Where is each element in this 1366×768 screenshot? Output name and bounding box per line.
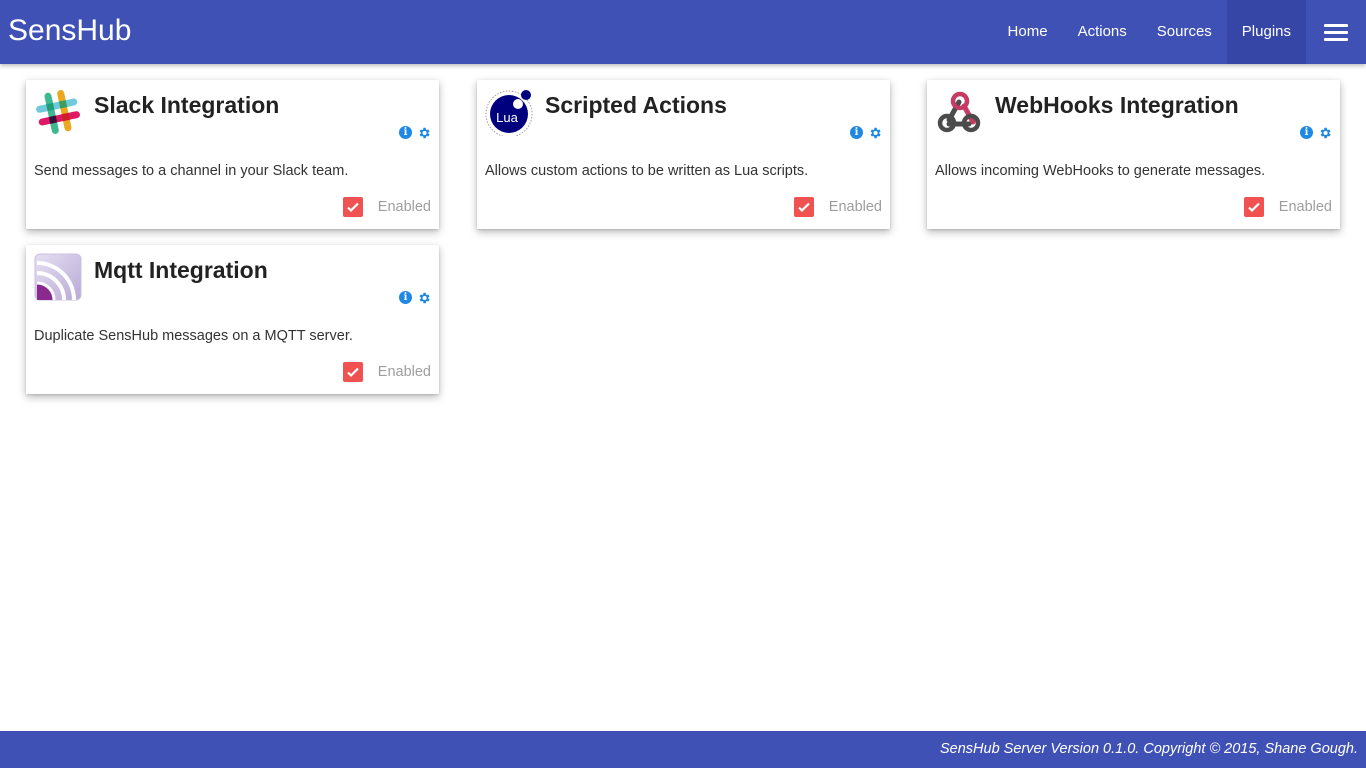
info-icon[interactable]: i bbox=[850, 126, 863, 139]
plugin-title: WebHooks Integration bbox=[995, 92, 1239, 118]
plugin-title: Slack Integration bbox=[94, 92, 280, 118]
nav-item-actions[interactable]: Actions bbox=[1063, 0, 1142, 64]
main-nav: Home Actions Sources Plugins bbox=[993, 0, 1306, 64]
gear-icon[interactable] bbox=[1318, 126, 1332, 140]
check-icon bbox=[347, 202, 359, 213]
check-icon bbox=[347, 367, 359, 378]
enabled-checkbox[interactable] bbox=[342, 362, 363, 382]
plugin-title: Mqtt Integration bbox=[94, 257, 268, 283]
enabled-checkbox[interactable] bbox=[793, 197, 814, 217]
plugin-card-slack: Slack Integration i Send messages to a c… bbox=[26, 80, 439, 229]
enabled-checkbox[interactable] bbox=[342, 197, 363, 217]
mqtt-icon bbox=[34, 253, 82, 301]
plugin-description: Allows custom actions to be written as L… bbox=[485, 163, 809, 179]
lua-logo-text: Lua bbox=[496, 110, 518, 125]
footer: SensHub Server Version 0.1.0. Copyright … bbox=[0, 731, 1366, 768]
hamburger-icon bbox=[1324, 23, 1348, 41]
gear-icon[interactable] bbox=[417, 126, 431, 140]
nav-item-sources[interactable]: Sources bbox=[1142, 0, 1227, 64]
check-icon bbox=[798, 202, 810, 213]
enabled-checkbox[interactable] bbox=[1243, 197, 1264, 217]
enabled-label: Enabled bbox=[377, 199, 431, 215]
gear-icon[interactable] bbox=[417, 291, 431, 305]
nav-item-home[interactable]: Home bbox=[993, 0, 1063, 64]
lua-icon: Lua bbox=[485, 90, 533, 136]
enabled-label: Enabled bbox=[377, 364, 431, 380]
info-icon[interactable]: i bbox=[399, 291, 412, 304]
info-icon[interactable]: i bbox=[399, 126, 412, 139]
plugin-description: Allows incoming WebHooks to generate mes… bbox=[935, 163, 1266, 179]
plugin-description: Send messages to a channel in your Slack… bbox=[34, 163, 349, 179]
brand-title[interactable]: SensHub bbox=[8, 14, 131, 48]
nav-item-plugins[interactable]: Plugins bbox=[1226, 0, 1306, 64]
top-navbar: SensHub Home Actions Sources Plugins bbox=[0, 0, 1366, 64]
plugin-card-scripted-actions: Lua Scripted Actions i Allows custom act… bbox=[477, 80, 890, 229]
slack-icon bbox=[36, 90, 80, 134]
plugin-card-mqtt: Mqtt Integration i Duplicate SensHub mes… bbox=[26, 245, 439, 394]
webhooks-icon bbox=[937, 91, 981, 133]
plugin-card-webhooks: WebHooks Integration i Allows incoming W… bbox=[927, 80, 1340, 229]
plugin-description: Duplicate SensHub messages on a MQTT ser… bbox=[34, 328, 353, 344]
gear-icon[interactable] bbox=[868, 126, 882, 140]
hamburger-menu-button[interactable] bbox=[1306, 0, 1366, 64]
enabled-label: Enabled bbox=[1278, 199, 1332, 215]
enabled-label: Enabled bbox=[828, 199, 882, 215]
info-icon[interactable]: i bbox=[1300, 126, 1313, 139]
check-icon bbox=[1248, 202, 1260, 213]
footer-copyright: SensHub Server Version 0.1.0. Copyright … bbox=[939, 741, 1358, 757]
plugin-title: Scripted Actions bbox=[545, 92, 727, 118]
